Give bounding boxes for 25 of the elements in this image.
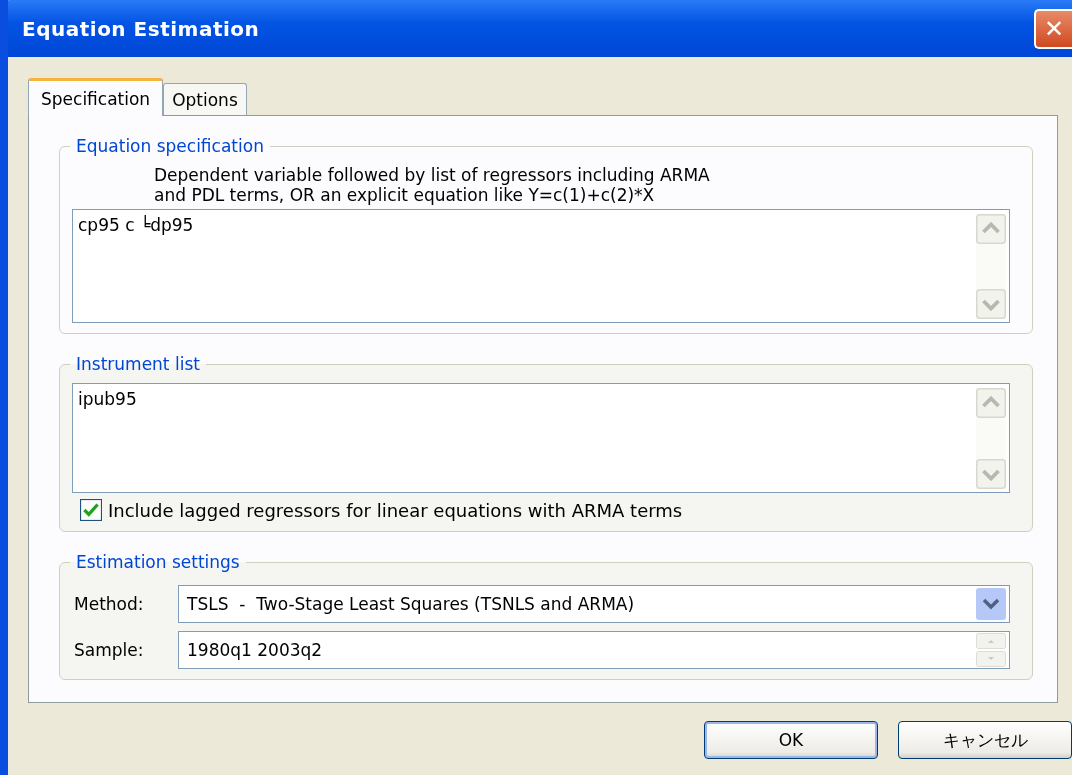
scroll-up-icon[interactable] [976, 214, 1006, 244]
checkbox[interactable] [80, 499, 102, 521]
hint-text: and PDL terms, OR an explicit equation like Y=c(1)+c(2)*X [154, 185, 656, 205]
field-label: Method: [74, 594, 145, 614]
tab[interactable]: Specification [28, 78, 164, 116]
spin-down-icon[interactable] [976, 651, 1006, 667]
group-legend: Estimation settings [70, 551, 246, 573]
scrollbar[interactable] [976, 388, 1006, 489]
checkbox-label[interactable]: Include lagged regressors for linear equations with ARMA terms [108, 499, 683, 521]
scroll-down-icon[interactable] [976, 459, 1006, 489]
scroll-down-icon[interactable] [976, 289, 1006, 319]
ok-button[interactable]: OK [704, 721, 878, 759]
spin-up-icon[interactable] [976, 633, 1006, 649]
field-label: Sample: [74, 640, 145, 660]
cancel-button[interactable]: キャンセル [898, 721, 1072, 759]
equation-field[interactable]: cp95 c ╘dp95 [72, 209, 1010, 323]
scroll-up-icon[interactable] [976, 388, 1006, 418]
group-legend: Equation specification [70, 135, 270, 157]
scrollbar[interactable] [976, 214, 1006, 319]
sample-field[interactable]: 1980q1 2003q2 [178, 631, 1010, 669]
instrument-field[interactable]: ipub95 [72, 383, 1010, 493]
window-title: Equation Estimation [22, 16, 260, 41]
hint-text: Dependent variable followed by list of regressors including ARMA [154, 165, 711, 185]
method-dropdown[interactable]: TSLS - Two-Stage Least Squares (TSNLS and ARMA) [178, 585, 1010, 623]
tab[interactable]: Options [163, 83, 247, 115]
